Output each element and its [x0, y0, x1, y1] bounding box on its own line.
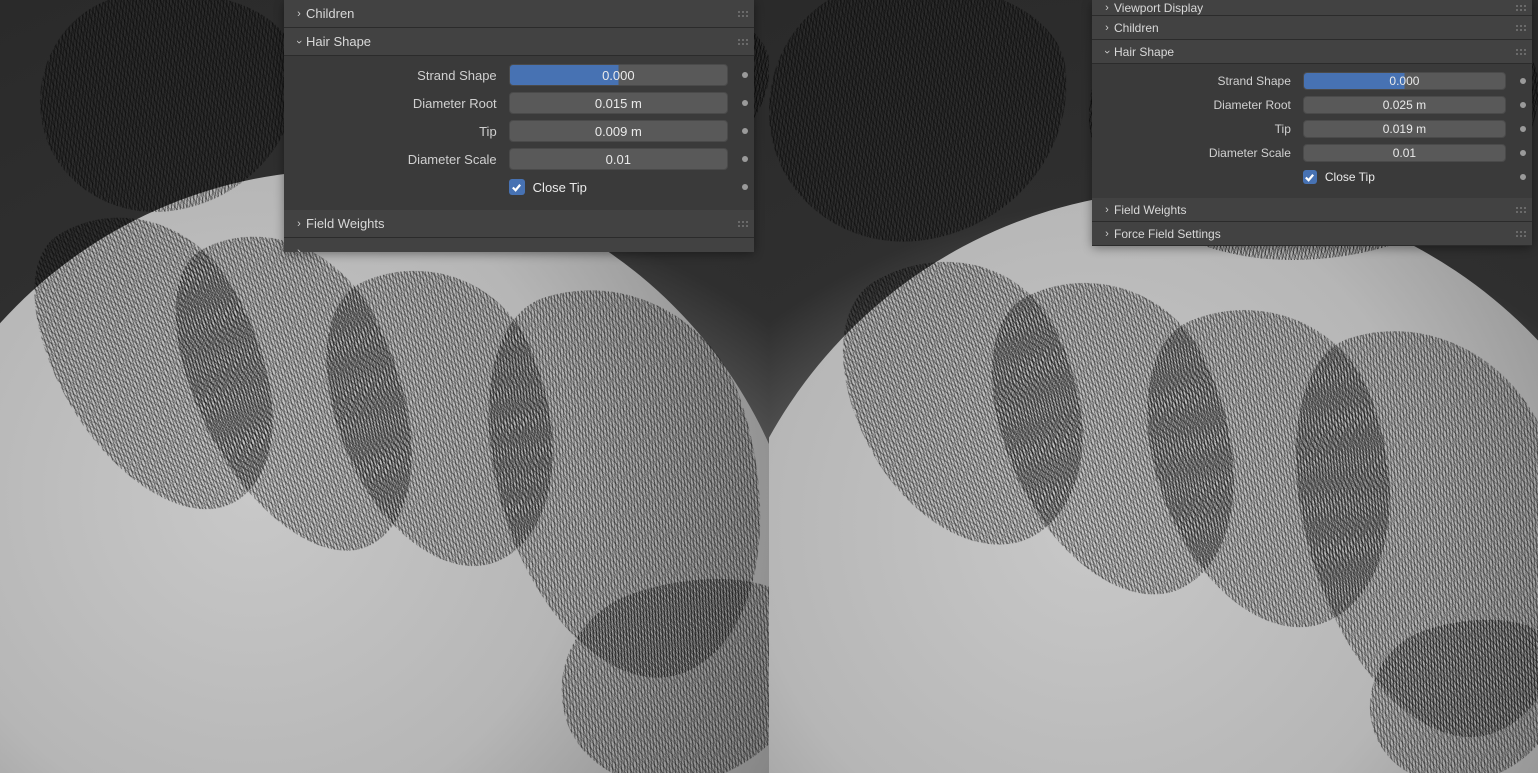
section-field-weights[interactable]: › Field Weights	[284, 210, 754, 238]
section-label: Hair Shape	[1114, 45, 1174, 59]
drag-handle-icon[interactable]	[1516, 5, 1526, 11]
close-tip-label: Close Tip	[1325, 170, 1375, 184]
section-hair-shape[interactable]: › Hair Shape	[1092, 40, 1532, 64]
keyframe-dot-icon[interactable]	[1520, 102, 1526, 108]
field-value: 0.015 m	[595, 96, 642, 111]
close-tip-checkbox[interactable]	[509, 179, 525, 195]
section-field-weights[interactable]: › Field Weights	[1092, 198, 1532, 222]
section-label: Children	[1114, 21, 1159, 35]
strand-shape-label: Strand Shape	[290, 68, 501, 83]
diameter-root-field[interactable]: 0.025 m	[1303, 96, 1506, 114]
field-value: 0.009 m	[595, 124, 642, 139]
section-label: Viewport Display	[1114, 1, 1203, 15]
keyframe-dot-icon[interactable]	[742, 72, 748, 78]
diameter-scale-field[interactable]: 0.01	[509, 148, 728, 170]
field-value: 0.019 m	[1383, 122, 1426, 136]
check-icon	[511, 182, 522, 193]
chevron-right-icon: ›	[1100, 22, 1114, 34]
keyframe-dot-icon[interactable]	[742, 184, 748, 190]
diameter-root-field[interactable]: 0.015 m	[509, 92, 728, 114]
chevron-right-icon: ›	[1100, 204, 1114, 216]
field-value: 0.01	[1393, 146, 1416, 160]
check-icon	[1304, 172, 1315, 183]
section-viewport-display[interactable]: › Viewport Display	[1092, 0, 1532, 16]
section-hair-shape[interactable]: › Hair Shape	[284, 28, 754, 56]
field-value: 0.025 m	[1383, 98, 1426, 112]
keyframe-dot-icon[interactable]	[742, 128, 748, 134]
keyframe-dot-icon[interactable]	[1520, 174, 1526, 180]
diameter-scale-field[interactable]: 0.01	[1303, 144, 1506, 162]
chevron-right-icon: ›	[1100, 2, 1114, 14]
diameter-root-label: Diameter Root	[290, 96, 501, 111]
keyframe-dot-icon[interactable]	[1520, 126, 1526, 132]
keyframe-dot-icon[interactable]	[1520, 150, 1526, 156]
drag-handle-icon[interactable]	[1516, 25, 1526, 31]
section-label: Field Weights	[306, 216, 385, 231]
properties-panel-right: › Viewport Display › Children › Hair Sha…	[1092, 0, 1532, 246]
drag-handle-icon[interactable]	[1516, 231, 1526, 237]
tip-label: Tip	[1098, 122, 1295, 136]
close-tip-label: Close Tip	[533, 180, 587, 195]
strand-shape-label: Strand Shape	[1098, 74, 1295, 88]
section-label: Children	[306, 6, 354, 21]
section-force-field-settings[interactable]: › Force Field Settings	[1092, 222, 1532, 246]
section-label: Force Field Settings	[1114, 227, 1221, 241]
tip-field[interactable]: 0.009 m	[509, 120, 728, 142]
field-value: 0.000	[1389, 74, 1419, 88]
chevron-down-icon: ›	[293, 35, 305, 49]
keyframe-dot-icon[interactable]	[1520, 78, 1526, 84]
section-label: Hair Shape	[306, 34, 371, 49]
chevron-right-icon: ›	[292, 246, 306, 253]
close-tip-checkbox[interactable]	[1303, 170, 1317, 184]
tip-field[interactable]: 0.019 m	[1303, 120, 1506, 138]
diameter-scale-label: Diameter Scale	[290, 152, 501, 167]
chevron-right-icon: ›	[292, 218, 306, 230]
properties-panel-left: › Children › Hair Shape Strand Shape 0.0…	[284, 0, 754, 252]
field-value: 0.000	[602, 68, 635, 83]
tip-label: Tip	[290, 124, 501, 139]
keyframe-dot-icon[interactable]	[742, 100, 748, 106]
chevron-right-icon: ›	[1100, 228, 1114, 240]
section-label: Field Weights	[1114, 203, 1186, 217]
hair-shape-body: Strand Shape 0.000 Diameter Root 0.015 m…	[284, 56, 754, 210]
keyframe-dot-icon[interactable]	[742, 156, 748, 162]
chevron-right-icon: ›	[292, 8, 306, 20]
chevron-down-icon: ›	[1101, 45, 1113, 59]
section-partial[interactable]: ›	[284, 238, 754, 252]
drag-handle-icon[interactable]	[1516, 207, 1526, 213]
section-children[interactable]: › Children	[1092, 16, 1532, 40]
field-value: 0.01	[606, 152, 631, 167]
drag-handle-icon[interactable]	[738, 39, 748, 45]
drag-handle-icon[interactable]	[738, 221, 748, 227]
drag-handle-icon[interactable]	[1516, 49, 1526, 55]
section-children[interactable]: › Children	[284, 0, 754, 28]
drag-handle-icon[interactable]	[738, 11, 748, 17]
strand-shape-field[interactable]: 0.000	[509, 64, 728, 86]
diameter-root-label: Diameter Root	[1098, 98, 1295, 112]
strand-shape-field[interactable]: 0.000	[1303, 72, 1506, 90]
hair-shape-body: Strand Shape 0.000 Diameter Root 0.025 m…	[1092, 64, 1532, 198]
diameter-scale-label: Diameter Scale	[1098, 146, 1295, 160]
